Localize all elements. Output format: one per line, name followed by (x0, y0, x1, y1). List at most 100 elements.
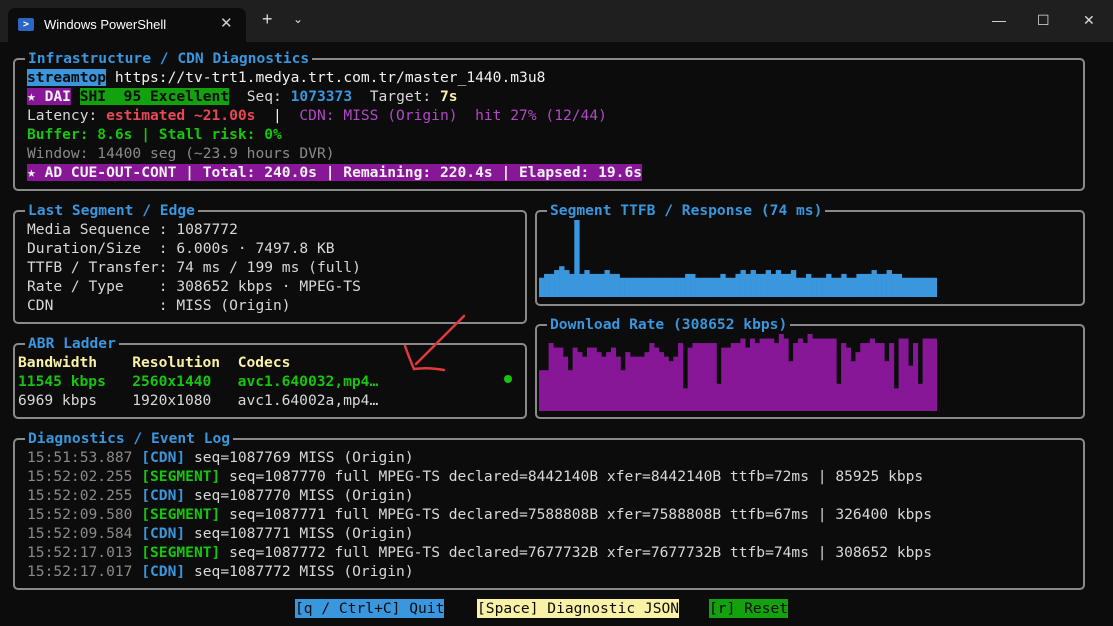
segment-row: TTFB / Transfer: 74 ms / 199 ms (full) (27, 259, 361, 276)
seq-value: 1073373 (290, 88, 353, 105)
shi-badge: SHI 95 Excellent (79, 88, 230, 105)
dai-badge: ★ DAI (27, 88, 71, 105)
chart-bar (754, 343, 760, 411)
download-chart-panel: Download Rate (308652 kbps) (535, 315, 1085, 419)
chart-bar (759, 338, 765, 411)
event-log-panel: Diagnostics / Event Log 15:51:53.887 [CD… (13, 429, 1085, 590)
codecs-header: Codecs (237, 354, 291, 371)
abr-ladder-title: ABR Ladder (25, 334, 119, 354)
chart-bar (624, 277, 630, 297)
chart-bar (711, 343, 717, 411)
abr-resolution: 2560x1440 (132, 373, 212, 390)
chart-bar (685, 273, 691, 297)
chart-bar (836, 277, 842, 297)
chart-bar (610, 347, 617, 411)
chart-bar (644, 277, 651, 297)
chart-bar (675, 277, 681, 297)
active-rendition-dot-icon (504, 375, 512, 383)
cdn-status: CDN: MISS (Origin) hit 27% (12/44) (299, 107, 607, 124)
footer-bar: [q / Ctrl+C] Quit [Space] Diagnostic JSO… (0, 599, 1113, 619)
chart-bar (574, 220, 580, 297)
chart-bar (911, 277, 918, 297)
chart-bar (577, 352, 583, 411)
chart-bar (586, 347, 593, 411)
chart-bar (548, 343, 554, 411)
abr-header-row: Bandwidth Resolution Codecs (18, 353, 290, 372)
log-message: seq=1087772 MISS (Origin) (193, 563, 414, 580)
chart-bar (639, 356, 645, 411)
abr-bandwidth: 6969 kbps (18, 392, 98, 409)
log-tag: [CDN] (141, 525, 186, 542)
minimize-icon[interactable]: — (992, 12, 1006, 28)
seq-label: Seq: (246, 88, 291, 105)
chart-bar (901, 277, 908, 297)
chart-bar (821, 338, 828, 411)
chart-bar (594, 273, 600, 297)
powershell-icon: > (18, 18, 34, 31)
quit-button[interactable]: [q / Ctrl+C] Quit (295, 599, 445, 618)
download-chart-title: Download Rate (308652 kbps) (547, 315, 791, 335)
chart-bar (874, 343, 880, 411)
chart-bar (876, 273, 882, 297)
chart-bar (773, 343, 780, 411)
chart-bar (705, 277, 711, 297)
chart-bar (841, 343, 847, 411)
chart-bar (625, 352, 631, 411)
chart-bar (749, 338, 756, 411)
chart-bar (558, 347, 564, 411)
chart-bar (620, 370, 626, 411)
title-bar: > Windows PowerShell ✕ + ⌄ — ☐ ✕ (0, 0, 1113, 42)
reset-button[interactable]: [r] Reset (709, 599, 789, 618)
infrastructure-panel: Infrastructure / CDN Diagnostics streamt… (13, 49, 1085, 191)
chevron-down-icon[interactable]: ⌄ (293, 12, 303, 26)
tab-powershell[interactable]: > Windows PowerShell ✕ (8, 8, 246, 42)
segment-row: Media Sequence : 1087772 (27, 221, 238, 238)
chart-bar (826, 273, 832, 297)
latency-separator: | (255, 107, 300, 124)
tab-close-icon[interactable]: ✕ (220, 14, 233, 32)
chart-bar (817, 338, 823, 411)
chart-bar (572, 347, 578, 411)
chart-bar (654, 277, 661, 297)
chart-bar (764, 338, 770, 411)
diagnostic-json-button[interactable]: [Space] Diagnostic JSON (477, 599, 680, 618)
log-tag: [CDN] (141, 449, 186, 466)
chart-bar (812, 338, 818, 411)
chart-bar (543, 370, 549, 411)
abr-row: 6969 kbps 1920x1080 avc1.64002a,mp4… (18, 391, 378, 410)
chart-bar (629, 277, 636, 297)
chart-bar (800, 277, 807, 297)
chart-bar (659, 277, 666, 297)
chart-bar (755, 273, 761, 297)
chart-bar (908, 365, 914, 411)
chart-bar (735, 343, 741, 411)
chart-bar (745, 347, 751, 411)
maximize-icon[interactable]: ☐ (1037, 12, 1050, 29)
chart-bar (783, 338, 789, 411)
chart-bar (831, 277, 837, 297)
chart-bar (765, 270, 772, 297)
chart-bar (860, 343, 866, 411)
log-message: seq=1087771 MISS (Origin) (193, 525, 414, 542)
close-window-icon[interactable]: ✕ (1083, 12, 1095, 29)
dvr-window-line: Window: 14400 seg (~23.9 hours DVR) (27, 145, 335, 162)
log-time: 15:52:02.255 (27, 487, 133, 504)
chart-bar (922, 338, 928, 411)
chart-bar (720, 273, 726, 297)
chart-bar (831, 338, 837, 411)
chart-bar (649, 343, 655, 411)
chart-bar (855, 352, 861, 411)
chart-bar (797, 338, 804, 411)
chart-bar (846, 277, 852, 297)
chart-bar (745, 273, 751, 297)
chart-bar (673, 356, 679, 411)
log-entry: 15:51:53.887 [CDN] seq=1087769 MISS (Ori… (27, 448, 414, 467)
log-time: 15:51:53.887 (27, 449, 133, 466)
segment-row: CDN : MISS (Origin) (27, 297, 291, 314)
chart-bar (639, 277, 646, 297)
new-tab-icon[interactable]: + (262, 10, 273, 28)
chart-bar (668, 361, 674, 411)
latency-label: Latency: (27, 107, 107, 124)
chart-bar (678, 343, 684, 411)
chart-bar (740, 338, 746, 411)
